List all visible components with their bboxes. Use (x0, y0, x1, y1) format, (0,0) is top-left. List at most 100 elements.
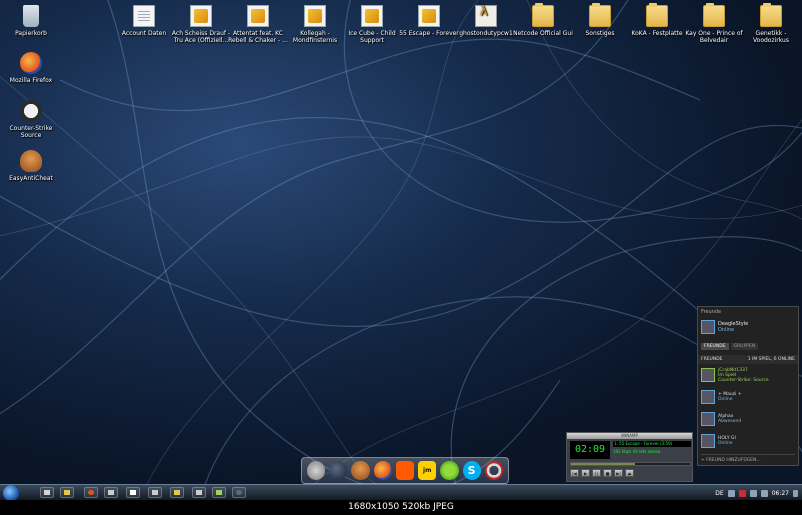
desktop-icon-music-5[interactable]: 55 Escape - Forever (398, 5, 460, 37)
avatar (701, 368, 715, 382)
fl-studio-icon[interactable] (395, 461, 415, 480)
desktop-icon-folder-netcode[interactable]: Netcode Official Gui (512, 3, 574, 37)
folder-icon (703, 3, 725, 27)
half-life-icon (475, 5, 497, 27)
desktop-icon-music-1[interactable]: Ach Scheiss Drauf - Tru Ace (Offiziell..… (170, 5, 232, 44)
app-dock: jm S (301, 457, 509, 484)
language-indicator[interactable]: DE (715, 490, 723, 497)
winamp-track-info: 192 kbps 44 kHz stereo (613, 449, 661, 454)
next-button[interactable]: ▶| (614, 469, 623, 477)
avatar (701, 412, 715, 426)
desktop-icon-folder-sonstiges[interactable]: Sonstiges (569, 3, 631, 37)
group-label: FREUNDE (701, 357, 723, 362)
avatar (701, 434, 715, 448)
seek-bar-fill (571, 463, 636, 465)
wallpaper (0, 0, 802, 484)
steam-friends-window: Freunde DeagleStyle Online FREUNDE GRUPP… (697, 306, 799, 466)
desktop-icon-music-2[interactable]: Attentat feat. KC Rebell & Chaker - ... (227, 5, 289, 44)
tray-app-icon[interactable] (727, 489, 735, 497)
image-caption: 1680x1050 520kb JPEG (0, 500, 802, 515)
clock[interactable]: 06:27 (772, 490, 789, 497)
desktop-icon-account-daten[interactable]: Account Daten (113, 5, 175, 37)
avatar (701, 320, 715, 334)
taskbar-icq-icon[interactable] (212, 487, 226, 498)
play-button[interactable]: ▶ (581, 469, 590, 477)
music-file-icon (418, 5, 440, 27)
music-file-icon (190, 5, 212, 27)
volume-icon[interactable] (760, 489, 768, 497)
music-file-icon (247, 5, 269, 27)
friend-row[interactable]: Alphax Abwesend (698, 408, 798, 430)
taskbar-firefox-icon[interactable] (84, 487, 98, 498)
firefox-icon[interactable] (373, 461, 392, 480)
friends-self-profile[interactable]: DeagleStyle Online (698, 317, 798, 337)
taskbar-app-icon[interactable] (170, 487, 184, 498)
winamp-seek-bar[interactable] (570, 462, 691, 466)
friend-row[interactable]: HOLY GI Online (698, 430, 798, 452)
taskbar-media-icon[interactable] (40, 487, 54, 498)
desktop-icon-folder-koka[interactable]: KoKA - Festplatte (626, 3, 688, 37)
taskbar-app-icon[interactable] (148, 487, 162, 498)
jappy-messenger-icon[interactable]: jm (418, 461, 437, 480)
easyanticheat-icon (20, 150, 42, 172)
friends-window-title: Freunde (701, 309, 722, 315)
easyanticheat-icon[interactable] (351, 461, 370, 480)
desktop-icon-folder-kay-one[interactable]: Kay One - Prince of Belvedair (683, 3, 745, 44)
system-tray: DE 06:27 (715, 485, 798, 501)
previous-button[interactable]: |◀ (570, 469, 579, 477)
taskbar: DE 06:27 (0, 484, 802, 501)
desktop-icon-music-3[interactable]: Kollegah - Mondfinsternis (284, 5, 346, 44)
taskbar-steam-icon[interactable] (232, 487, 246, 498)
tray-flag-icon[interactable] (738, 489, 746, 497)
friends-group-header[interactable]: FREUNDE 1 IM SPIEL, 6 ONLINE (698, 355, 798, 364)
desktop-icon-music-4[interactable]: Ice Cube - Child Support (341, 5, 403, 44)
desktop-icon-counter-strike[interactable]: Counter-Strike Source (0, 100, 62, 139)
desktop-icon-easyanticheat[interactable]: EasyAntiCheat (0, 150, 62, 182)
taskbar-app-icon[interactable] (104, 487, 118, 498)
friend-row[interactable]: jCrabNit1337 Im Spiel Counter-Strike: So… (698, 364, 798, 386)
counter-strike-icon (20, 100, 42, 122)
taskbar-app-icon[interactable] (192, 487, 206, 498)
icq-icon[interactable] (440, 461, 459, 480)
friend-game: Counter-Strike: Source (718, 377, 769, 383)
friend-status: Abwesend (718, 419, 742, 424)
desktop: Papierkorb Mozilla Firefox Counter-Strik… (0, 0, 802, 484)
tab-friends[interactable]: FREUNDE (701, 343, 729, 350)
folder-icon (760, 3, 782, 27)
folder-icon (646, 3, 668, 27)
desktop-icon-folder-genetikk[interactable]: Genetikk - Voodozirkus (740, 3, 802, 44)
eject-button[interactable]: ⏏ (625, 469, 634, 477)
winamp-track-title: 1. 55 Escape - Forever (3:59) (613, 441, 691, 447)
avatar (701, 390, 715, 404)
music-file-icon (304, 5, 326, 27)
steam-icon[interactable] (329, 461, 348, 480)
rocketdock-icon[interactable] (484, 461, 503, 480)
folder-icon (532, 3, 554, 27)
group-summary: 1 IM SPIEL, 6 ONLINE (747, 357, 795, 362)
add-friend-button[interactable]: + FREUND HINZUFÜGEN... (701, 454, 795, 463)
network-icon[interactable] (749, 489, 757, 497)
friend-row[interactable]: + Mauzi + Online (698, 386, 798, 408)
desktop-icon-ghostonduty[interactable]: ghostondutypcw1 (455, 5, 517, 37)
text-document-icon (133, 5, 155, 27)
stop-button[interactable]: ■ (603, 469, 612, 477)
show-desktop-button[interactable] (793, 489, 798, 497)
dock-pin-icon[interactable] (307, 461, 326, 480)
pause-button[interactable]: || (592, 469, 601, 477)
taskbar-explorer-icon[interactable] (60, 487, 74, 498)
winamp-controls: |◀ ▶ || ■ ▶| ⏏ (570, 469, 634, 477)
skype-icon[interactable]: S (462, 461, 481, 480)
folder-icon (589, 3, 611, 27)
music-file-icon (361, 5, 383, 27)
firefox-icon (20, 52, 42, 74)
taskbar-app-icon[interactable] (126, 487, 140, 498)
recycle-bin-icon (23, 5, 39, 27)
start-button[interactable] (3, 485, 19, 501)
winamp-time-display: 02:09 (570, 441, 610, 459)
tab-groups[interactable]: GRUPPEN (730, 343, 759, 350)
desktop-icon-firefox[interactable]: Mozilla Firefox (0, 52, 62, 84)
friend-status: Online (718, 441, 733, 446)
winamp-title-bar[interactable]: WINAMP (567, 433, 692, 439)
desktop-icon-recycle-bin[interactable]: Papierkorb (0, 5, 62, 37)
friends-tabs: FREUNDE GRUPPEN (698, 341, 798, 352)
